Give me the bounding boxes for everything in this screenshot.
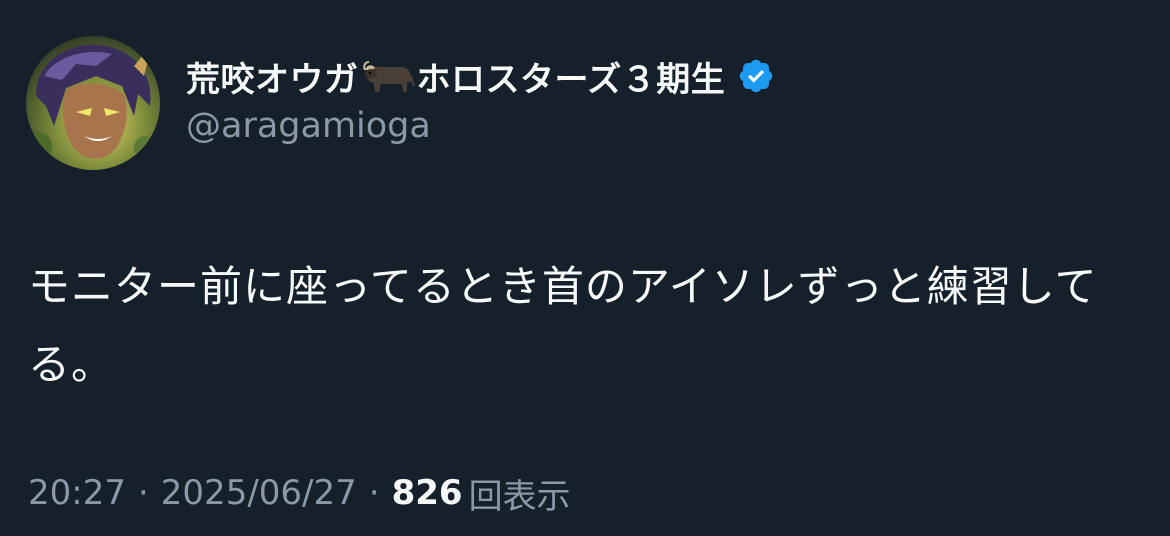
author-name-row[interactable]: 荒咬オウガ ホロスターズ３期生 [186, 52, 775, 100]
tweet-card: 荒咬オウガ ホロスターズ３期生 @aragamioga モニター前に座ってるとき… [0, 0, 1170, 536]
tweet-date[interactable]: 2025/06/27 [161, 473, 357, 513]
tweet-header: 荒咬オウガ ホロスターズ３期生 @aragamioga [26, 36, 775, 172]
water-buffalo-icon [361, 56, 415, 96]
author-display-name[interactable]: 荒咬オウガ [186, 52, 359, 101]
meta-separator: · [137, 473, 149, 513]
tweet-text: モニター前に座ってるとき首のアイソレずっと練習してる。 [28, 262, 1098, 389]
avatar[interactable] [26, 36, 160, 170]
author-identity: 荒咬オウガ ホロスターズ３期生 @aragamioga [186, 36, 775, 146]
avatar-image [26, 36, 160, 170]
meta-separator: · [368, 473, 380, 513]
view-count[interactable]: 826 [392, 473, 463, 513]
author-handle[interactable]: @aragamioga [186, 106, 775, 146]
author-affiliation[interactable]: ホロスターズ３期生 [417, 52, 726, 101]
view-count-label[interactable]: 回表示 [469, 469, 571, 518]
tweet-time[interactable]: 20:27 [28, 473, 126, 513]
verified-badge-icon[interactable] [737, 57, 775, 95]
tweet-meta: 20:27 · 2025/06/27 · 826 回表示 [28, 468, 571, 518]
